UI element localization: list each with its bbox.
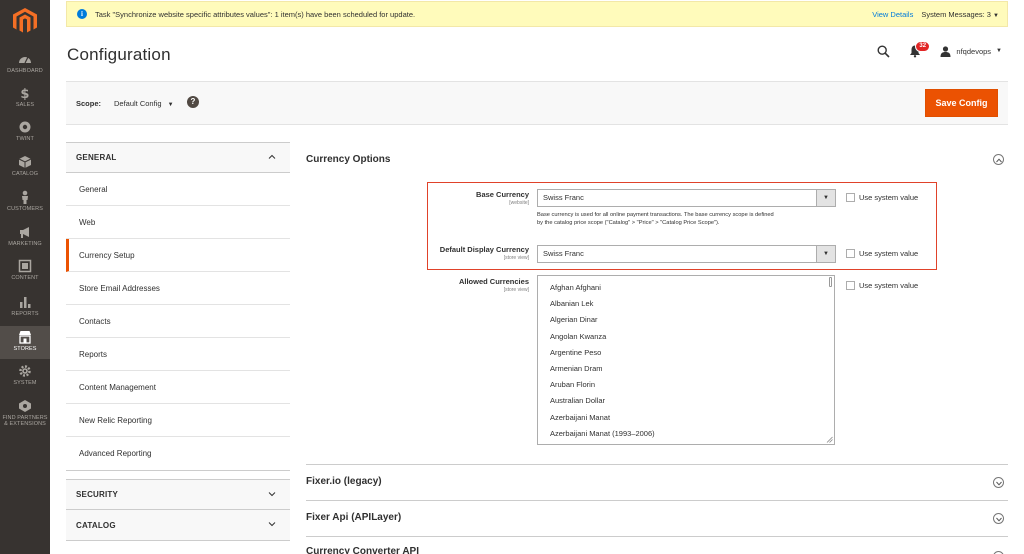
nav-reports[interactable]: REPORTS <box>0 295 50 317</box>
admin-sidebar: DASHBOARD $ SALES TWINT CATALOG CUSTOMER… <box>0 0 50 554</box>
scrollbar-thumb[interactable] <box>829 277 832 287</box>
currency-option[interactable]: Algerian Dinar <box>538 312 834 328</box>
cube-icon <box>18 156 32 168</box>
currency-option[interactable]: Afghan Afghani <box>538 280 834 296</box>
caret-down-icon: ▼ <box>816 246 835 262</box>
dollar-icon: $ <box>20 87 29 100</box>
tab-contacts[interactable]: Contacts <box>66 305 290 338</box>
caret-down-icon: ▼ <box>167 102 174 108</box>
nav-twint[interactable]: TWINT <box>0 120 50 142</box>
nav-catalog[interactable]: CATALOG <box>0 155 50 177</box>
display-currency-label: Default Display Currency [store view] <box>439 245 529 261</box>
person-icon <box>22 190 28 204</box>
currency-option[interactable]: Angolan Kwanza <box>538 329 834 345</box>
section-fixer-api[interactable]: Fixer Api (APILayer) <box>306 500 1008 534</box>
magento-logo-icon[interactable] <box>13 8 37 34</box>
system-notice-bar: i Task "Synchronize website specific att… <box>66 1 1008 27</box>
username: nfqdevops <box>956 46 992 56</box>
section-title: Currency Options <box>306 153 391 165</box>
expand-icon <box>993 513 1004 524</box>
allowed-currencies-label: Allowed Currencies [store view] <box>458 277 529 293</box>
user-menu[interactable]: nfqdevops ▼ <box>940 45 1002 57</box>
tab-group-security[interactable]: SECURITY <box>66 479 290 510</box>
currency-option[interactable]: Australian Dollar <box>538 393 834 409</box>
notifications-button[interactable]: 32 <box>908 41 931 58</box>
scope-label: Scope: <box>76 99 102 108</box>
megaphone-icon <box>20 227 29 238</box>
allowed-currencies-multiselect[interactable]: Afghan Afghani Albanian Lek Algerian Din… <box>537 275 835 445</box>
currency-options-header[interactable]: Currency Options <box>306 142 1008 176</box>
tab-general[interactable]: General <box>66 173 290 206</box>
resize-grip-icon[interactable] <box>826 436 833 443</box>
section-currency-converter-api[interactable]: Currency Converter API <box>306 536 1008 554</box>
nav-stores[interactable]: STORES <box>0 326 50 359</box>
collapse-icon <box>993 154 1004 165</box>
save-config-button[interactable]: Save Config <box>925 89 998 117</box>
config-main: Currency Options Base Currency [website]… <box>306 142 1008 554</box>
base-currency-use-system[interactable]: Use system value <box>846 193 918 202</box>
tab-new-relic-reporting[interactable]: New Relic Reporting <box>66 404 290 437</box>
info-icon: i <box>77 9 87 19</box>
currency-option[interactable]: Aruban Florin <box>538 377 834 393</box>
caret-down-icon: ▼ <box>816 190 835 206</box>
user-icon <box>940 45 951 57</box>
checkbox[interactable] <box>846 193 855 202</box>
checkbox[interactable] <box>846 249 855 258</box>
tab-group-catalog[interactable]: CATALOG <box>66 510 290 541</box>
chevron-down-icon <box>268 492 276 497</box>
gear-icon <box>19 365 31 377</box>
general-tab-items: General Web Currency Setup Store Email A… <box>66 173 290 471</box>
nav-system[interactable]: SYSTEM <box>0 364 50 386</box>
nav-find-partners[interactable]: FIND PARTNERS & EXTENSIONS <box>0 399 50 427</box>
page-title: Configuration <box>67 45 171 64</box>
checkbox[interactable] <box>846 281 855 290</box>
expand-icon <box>993 477 1004 488</box>
scope-bar: Scope: Default Config ▼ ? Save Config <box>66 81 1008 125</box>
nav-sales[interactable]: $ SALES <box>0 86 50 108</box>
display-currency-select[interactable]: Swiss Franc ▼ <box>537 245 836 263</box>
tab-advanced-reporting[interactable]: Advanced Reporting <box>66 437 290 470</box>
tab-group-general[interactable]: GENERAL <box>66 142 290 173</box>
display-currency-use-system[interactable]: Use system value <box>846 249 918 258</box>
base-currency-label: Base Currency [website] <box>476 190 529 206</box>
search-icon[interactable] <box>877 44 890 58</box>
notification-count-badge: 32 <box>915 41 931 52</box>
tab-content-management[interactable]: Content Management <box>66 371 290 404</box>
allowed-currencies-use-system[interactable]: Use system value <box>846 281 918 290</box>
currency-option[interactable]: Argentine Peso <box>538 345 834 361</box>
header-actions: 32 nfqdevops ▼ <box>877 41 1002 58</box>
store-icon <box>19 331 31 344</box>
extensions-icon <box>19 400 31 412</box>
scope-help-icon[interactable]: ? <box>187 96 199 108</box>
tab-reports[interactable]: Reports <box>66 338 290 371</box>
content-icon <box>18 259 32 273</box>
caret-down-icon: ▼ <box>996 48 1002 54</box>
chevron-up-icon <box>268 154 276 159</box>
currency-option[interactable]: Azerbaijani Manat (1993–2006) <box>538 426 834 442</box>
base-currency-note: Base currency is used for all online pay… <box>537 212 774 226</box>
caret-down-icon: ▼ <box>993 12 999 19</box>
tab-currency-setup[interactable]: Currency Setup <box>66 239 290 272</box>
tab-web[interactable]: Web <box>66 206 290 239</box>
currency-option[interactable]: Azerbaijani Manat <box>538 410 834 426</box>
svg-text:$: $ <box>20 87 29 100</box>
currency-option[interactable]: Armenian Dram <box>538 361 834 377</box>
config-tabs: GENERAL General Web Currency Setup Store… <box>66 142 290 541</box>
dashboard-icon <box>19 56 31 64</box>
nav-marketing[interactable]: MARKETING <box>0 225 50 247</box>
nav-customers[interactable]: CUSTOMERS <box>0 190 50 212</box>
section-fixer-io-legacy[interactable]: Fixer.io (legacy) <box>306 464 1008 498</box>
bar-chart-icon <box>20 297 31 308</box>
view-details-link[interactable]: View Details <box>872 10 913 19</box>
tab-store-email-addresses[interactable]: Store Email Addresses <box>66 272 290 305</box>
chevron-down-icon <box>268 522 276 527</box>
nav-dashboard[interactable]: DASHBOARD <box>0 52 50 74</box>
currency-option[interactable]: Albanian Lek <box>538 296 834 312</box>
twint-icon <box>19 121 31 133</box>
base-currency-select[interactable]: Swiss Franc ▼ <box>537 189 836 207</box>
system-messages-toggle[interactable]: System Messages: 3 ▼ <box>921 10 999 19</box>
scope-switcher[interactable]: Default Config ▼ <box>114 99 174 108</box>
notice-message: Task "Synchronize website specific attri… <box>95 9 416 19</box>
nav-content[interactable]: CONTENT <box>0 259 50 281</box>
